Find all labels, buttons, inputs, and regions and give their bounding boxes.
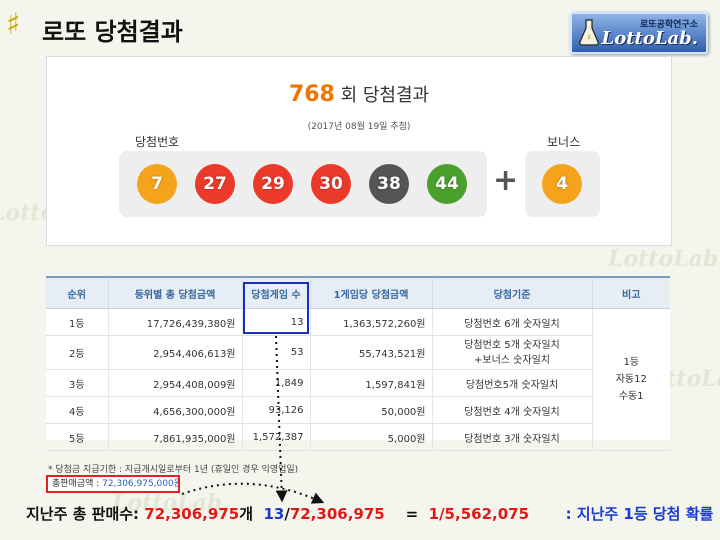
probability-summary: 지난주 총 판매수: 72,306,975개 13/72,306,975 = 1…: [26, 503, 716, 524]
summary-probability: 1/5,562,075: [428, 505, 530, 523]
summary-unit: 개: [239, 505, 253, 523]
summary-denominator: 72,306,975: [289, 505, 385, 523]
summary-equals: =: [405, 505, 419, 523]
summary-winners: 13: [263, 505, 285, 523]
arrow-winners-to-formula: [275, 335, 288, 503]
summary-caption: : 지난주 1등 당첨 확률: [565, 505, 714, 523]
annotation-arrows: [181, 335, 325, 504]
summary-label: 지난주 총 판매수:: [26, 505, 145, 523]
arrow-sales-to-formula: [181, 482, 325, 504]
summary-sales-count: 72,306,975: [144, 505, 240, 523]
